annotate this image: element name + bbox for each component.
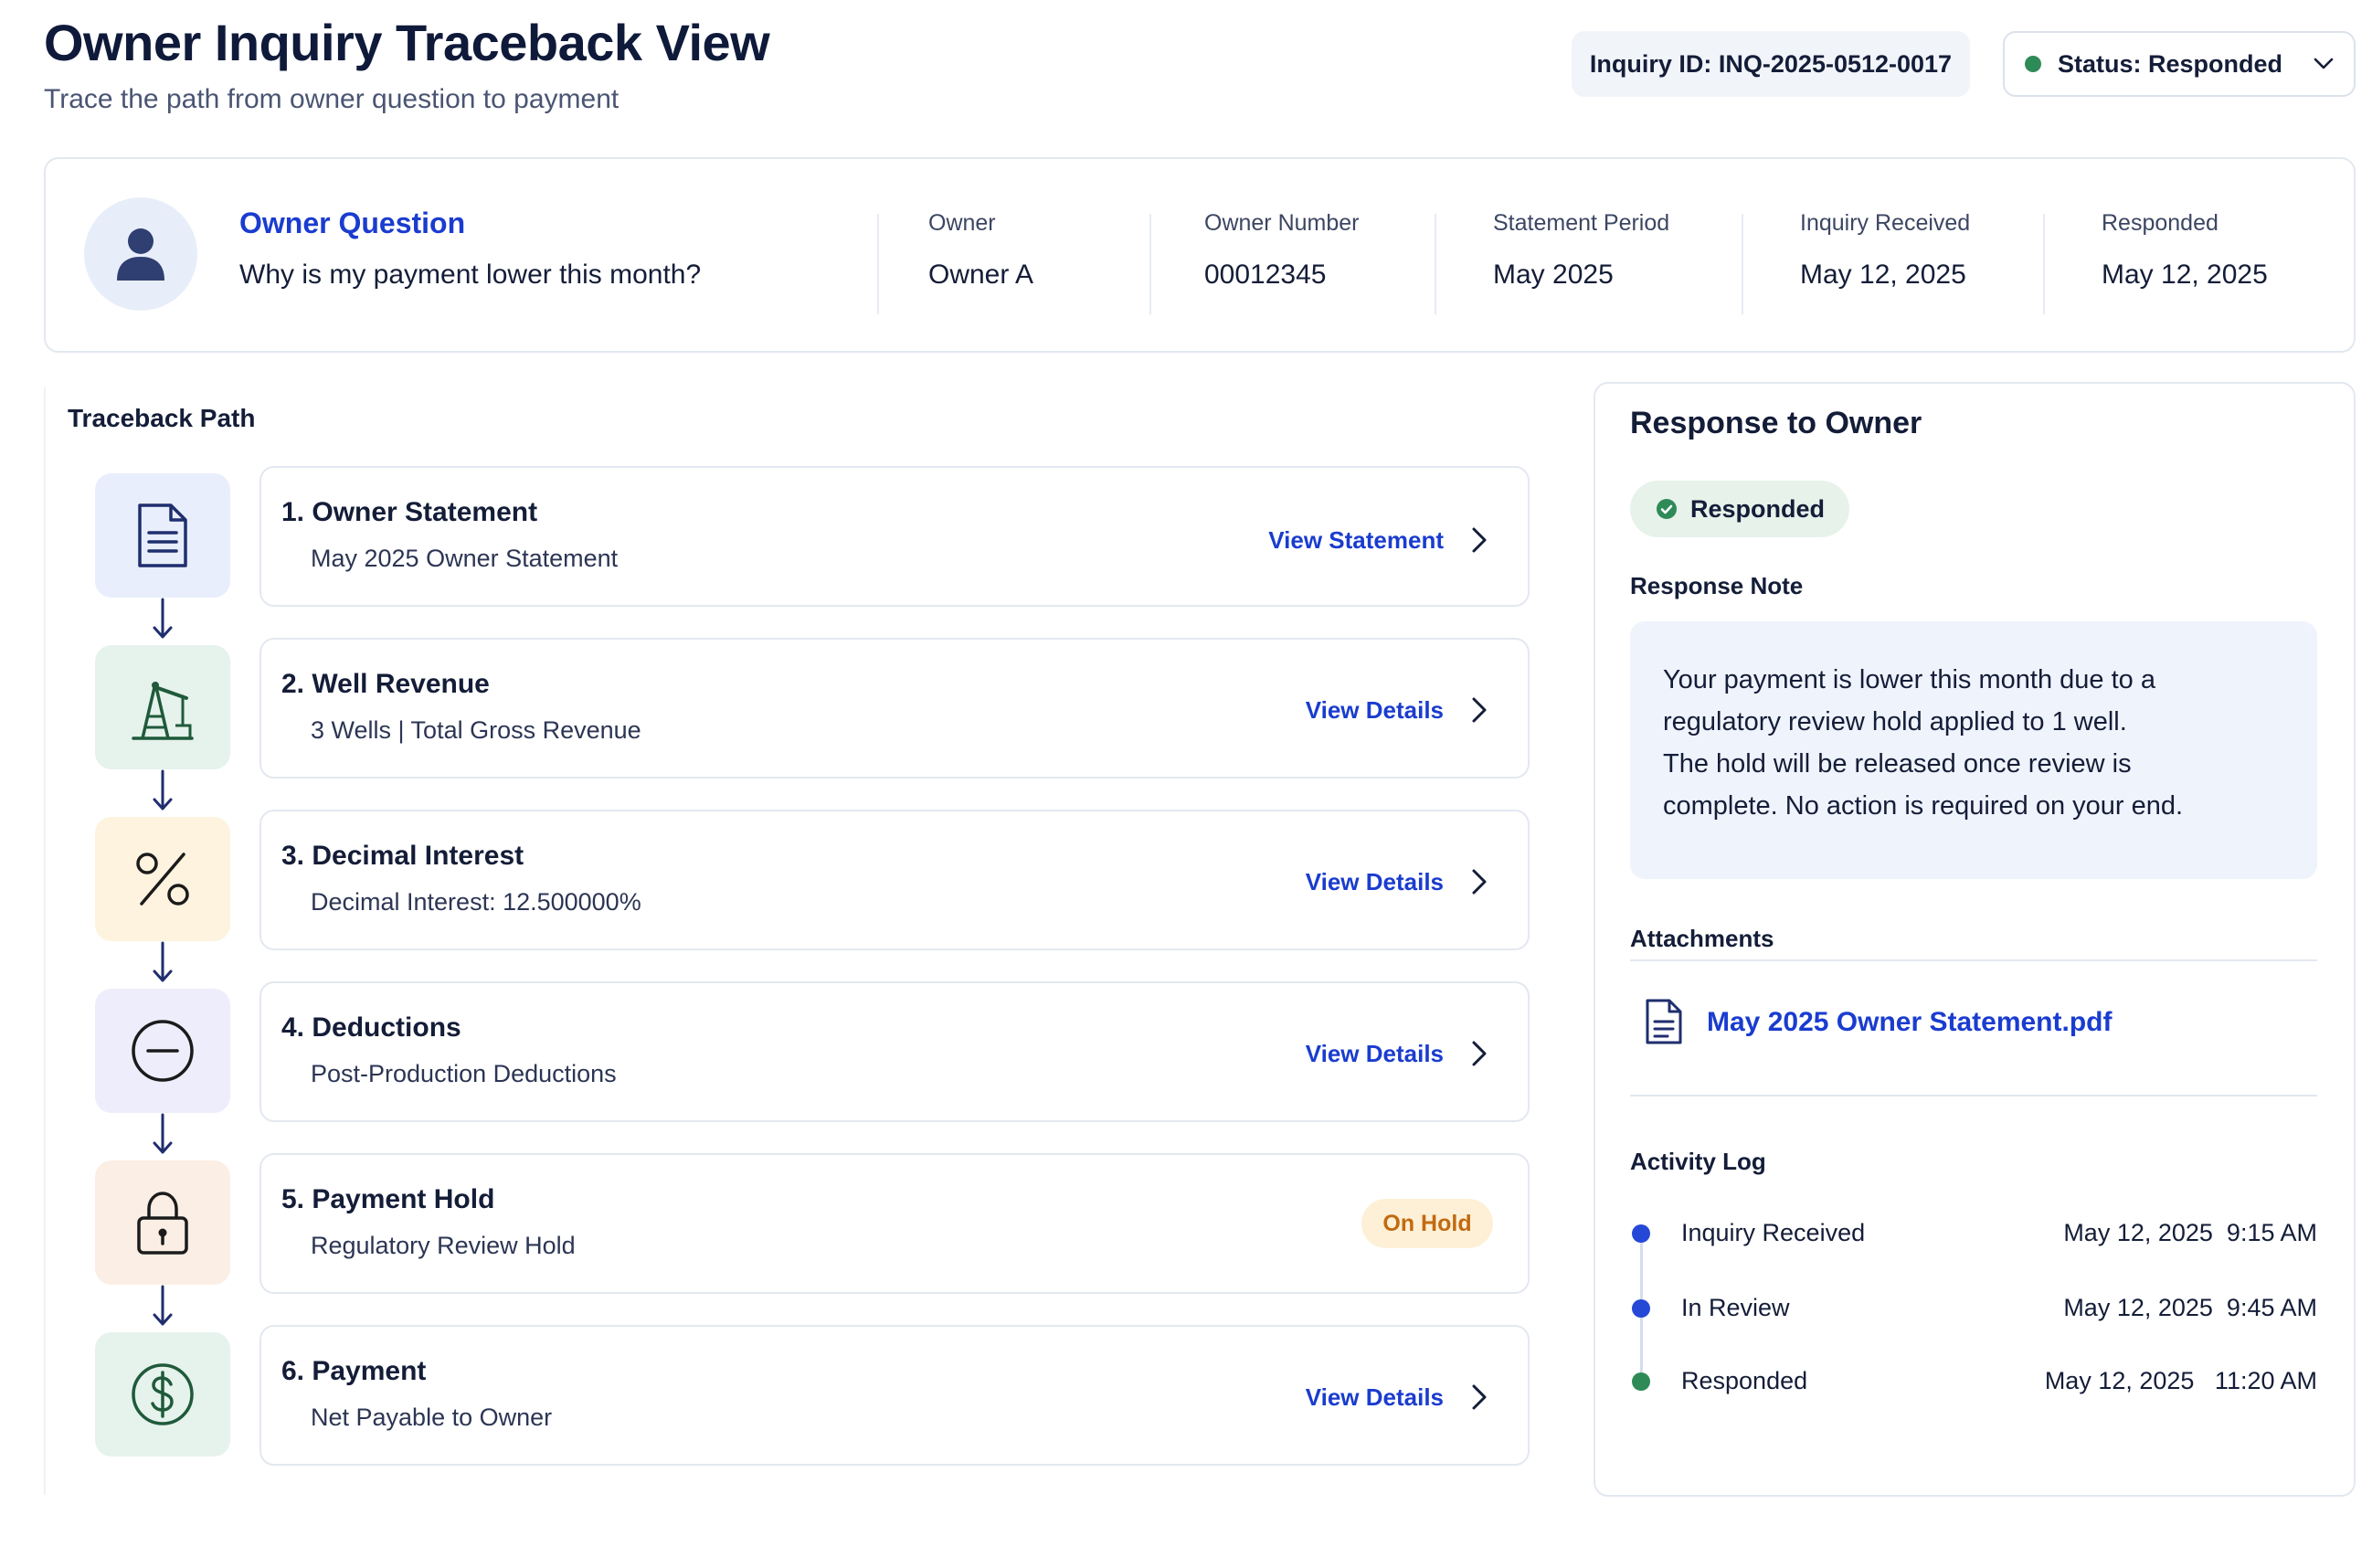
user-icon	[117, 228, 164, 281]
activity-time: May 12, 2025 9:15 AM	[2063, 1219, 2317, 1246]
response-title: Response to Owner	[1630, 406, 1922, 440]
minus-circle-icon	[132, 1020, 194, 1082]
arrow-down-icon	[153, 598, 173, 639]
responded-value: May 12, 2025	[2102, 260, 2268, 290]
step-subtitle: Post-Production Deductions	[311, 1060, 617, 1087]
chevron-down-icon	[2314, 58, 2334, 69]
percent-icon	[136, 853, 189, 906]
page-title: Owner Inquiry Traceback View	[44, 14, 770, 71]
arrow-down-icon	[153, 941, 173, 982]
avatar	[84, 197, 197, 311]
step-title: 1. Owner Statement	[281, 497, 538, 527]
owner-label: Owner	[928, 210, 996, 236]
owner-value: Owner A	[928, 260, 1034, 290]
chevron-right-icon[interactable]	[1469, 1040, 1489, 1067]
step-title: 6. Payment	[281, 1356, 427, 1386]
step-icon-decimal-interest	[95, 817, 230, 941]
attachment-link[interactable]: May 2025 Owner Statement.pdf	[1707, 1007, 2112, 1038]
owner-question-label: Owner Question	[239, 207, 466, 239]
activity-time: May 12, 2025 9:45 AM	[2063, 1294, 2317, 1321]
divider	[2043, 214, 2045, 314]
inquiry-received-label: Inquiry Received	[1800, 210, 1971, 236]
status-dot	[2025, 56, 2041, 72]
dollar-icon	[132, 1363, 194, 1425]
divider	[877, 214, 879, 314]
arrow-down-icon	[153, 769, 173, 810]
activity-log-label: Activity Log	[1630, 1148, 1766, 1175]
arrow-down-icon	[153, 1113, 173, 1154]
view-details-link[interactable]: View Details	[1306, 1383, 1444, 1412]
response-note-line: complete. No action is required on your …	[1663, 791, 2184, 821]
activity-label: Inquiry Received	[1681, 1219, 1866, 1246]
divider	[1149, 214, 1151, 314]
step-title: 2. Well Revenue	[281, 669, 490, 699]
lock-icon	[137, 1192, 188, 1255]
page-subtitle: Trace the path from owner question to pa…	[44, 84, 619, 114]
divider	[1630, 959, 2317, 961]
status-dropdown[interactable]: Status: Responded	[2003, 31, 2356, 97]
activity-label: Responded	[1681, 1367, 1808, 1394]
step-icon-well-revenue	[95, 645, 230, 769]
response-note-label: Response Note	[1630, 572, 1804, 599]
traceback-path-label: Traceback Path	[68, 404, 256, 432]
response-note-line: Your payment is lower this month due to …	[1663, 665, 2155, 694]
oil-pump-icon	[132, 682, 194, 740]
responded-badge-label: Responded	[1690, 494, 1826, 523]
timeline-dot	[1632, 1372, 1650, 1391]
step-icon-payment-hold	[95, 1160, 230, 1285]
statement-period-value: May 2025	[1493, 260, 1614, 290]
step-title: 4. Deductions	[281, 1012, 461, 1043]
timeline-dot	[1632, 1299, 1650, 1318]
step-icon-owner-statement	[95, 473, 230, 598]
chevron-right-icon[interactable]	[1469, 868, 1489, 895]
chevron-right-icon[interactable]	[1469, 526, 1489, 554]
timeline-dot	[1632, 1224, 1650, 1243]
inquiry-received-value: May 12, 2025	[1800, 260, 1966, 290]
owner-number-label: Owner Number	[1204, 210, 1360, 236]
responded-label: Responded	[2102, 210, 2218, 236]
inquiry-summary-card	[44, 157, 2356, 353]
step-subtitle: May 2025 Owner Statement	[311, 545, 619, 572]
step-icon-deductions	[95, 989, 230, 1113]
step-subtitle: Decimal Interest: 12.500000%	[311, 888, 641, 916]
document-icon	[138, 503, 187, 567]
on-hold-badge: On Hold	[1361, 1199, 1493, 1248]
view-statement-link[interactable]: View Statement	[1268, 526, 1444, 555]
step-title: 5. Payment Hold	[281, 1184, 495, 1214]
view-details-link[interactable]: View Details	[1306, 868, 1444, 896]
activity-time: May 12, 2025 11:20 AM	[2044, 1367, 2317, 1394]
arrow-down-icon	[153, 1285, 173, 1326]
pdf-file-icon	[1646, 999, 1682, 1044]
divider	[1742, 214, 1743, 314]
responded-badge: Responded	[1630, 481, 1849, 537]
view-details-link[interactable]: View Details	[1306, 696, 1444, 725]
step-icon-payment	[95, 1332, 230, 1457]
owner-number-value: 00012345	[1204, 260, 1327, 290]
owner-question-text: Why is my payment lower this month?	[239, 260, 702, 290]
response-note-line: The hold will be released once review is	[1663, 749, 2132, 779]
step-subtitle: Net Payable to Owner	[311, 1404, 553, 1431]
step-card-payment-hold[interactable]	[259, 1153, 1530, 1294]
divider	[1630, 1095, 2317, 1097]
step-title: 3. Decimal Interest	[281, 841, 524, 871]
status-dropdown-label: Status: Responded	[2058, 49, 2283, 78]
step-subtitle: 3 Wells | Total Gross Revenue	[311, 716, 641, 744]
inquiry-id-badge: Inquiry ID: INQ-2025-0512-0017	[1572, 31, 1970, 97]
activity-label: In Review	[1681, 1294, 1790, 1321]
response-note-line: regulatory review hold applied to 1 well…	[1663, 707, 2127, 736]
check-circle-icon	[1657, 499, 1677, 519]
chevron-right-icon[interactable]	[1469, 696, 1489, 724]
view-details-link[interactable]: View Details	[1306, 1040, 1444, 1068]
divider	[1435, 214, 1436, 314]
chevron-right-icon[interactable]	[1469, 1383, 1489, 1411]
step-subtitle: Regulatory Review Hold	[311, 1232, 576, 1259]
statement-period-label: Statement Period	[1493, 210, 1670, 236]
attachments-label: Attachments	[1630, 925, 1774, 952]
